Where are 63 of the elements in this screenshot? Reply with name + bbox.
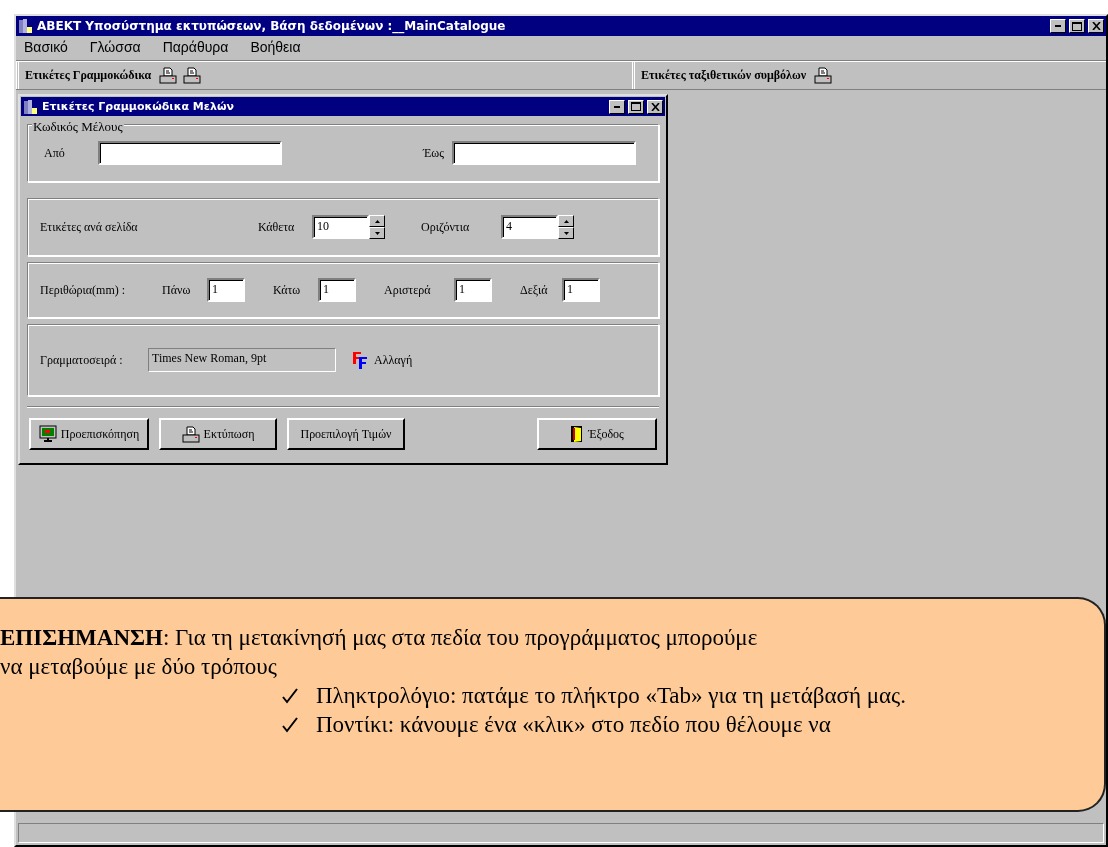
printer-icon[interactable] (159, 66, 178, 84)
app-icon (18, 18, 34, 34)
field-label: Περιθώρια(mm) : (40, 282, 127, 298)
font-field: Times New Roman, 9pt (148, 348, 336, 372)
minimize-button[interactable] (609, 99, 625, 114)
close-icon (650, 102, 660, 111)
printer-icon[interactable] (183, 66, 202, 84)
close-icon (1091, 22, 1101, 30)
minimize-button[interactable] (1050, 19, 1066, 33)
input-field[interactable]: 1 (562, 278, 600, 302)
field-label: Ετικέτες ανά σελίδα (40, 219, 139, 235)
field-label: Αριστερά (384, 282, 432, 298)
list-item-text: Πληκτρολόγιο: πατάμε το πλήκτρο «Tab» για τη μετάβασή μας. (316, 682, 907, 710)
input-field[interactable]: 1 (318, 278, 356, 302)
preview-button[interactable]: Προεπισκόπηση (29, 418, 149, 450)
toolbar-label: Ετικέτες ταξιθετικών συμβόλων (641, 67, 807, 83)
group-legend: Κωδικός Μέλους (32, 119, 124, 135)
check-icon (282, 717, 298, 733)
input-field[interactable]: 1 (454, 278, 492, 302)
note-text: ΕΠΙΣΗΜΑΝΣΗ: Για τη μετακίνησή μας στα πεδία του προγράμματος μπορούμε (0, 624, 759, 652)
maximize-button[interactable] (1069, 19, 1085, 33)
defaults-button[interactable]: Προεπιλογή Τιμών (287, 418, 405, 450)
spin-buttons[interactable] (558, 215, 574, 239)
menu-item[interactable]: Γλώσσα (89, 39, 141, 57)
monitor-icon (38, 425, 57, 443)
menu-item[interactable]: Παράθυρα (162, 39, 229, 57)
input-field[interactable]: 1 (207, 278, 245, 302)
maximize-icon (1072, 21, 1082, 31)
change-font-link[interactable]: Αλλαγή (374, 352, 413, 368)
check-icon (282, 688, 298, 704)
close-button[interactable] (1088, 19, 1104, 33)
field-label: Οριζόντια (421, 219, 471, 235)
dialog-title: Ετικέτες Γραμμοκώδικα Μελών (42, 100, 235, 113)
input-field[interactable] (452, 141, 636, 165)
note-text: να μεταβούμε με δύο τρόπους (0, 653, 278, 681)
minimize-icon (614, 105, 620, 108)
maximize-button[interactable] (628, 99, 644, 114)
input-field[interactable]: 4 (501, 215, 558, 239)
field-label: Κάτω (273, 282, 302, 298)
field-label: Από (43, 145, 66, 161)
app-icon (23, 98, 39, 115)
door-icon (570, 425, 585, 443)
input-field[interactable] (98, 141, 282, 165)
list-item-text: Ποντίκι: κάνουμε ένα «κλικ» στο πεδίο που θέλουμε να (316, 711, 832, 739)
window-title: ABEKT Υποσύστημα εκτυπώσεων, Βάση δεδομένων :__MainCatalogue (37, 19, 507, 33)
toolbar-label: Ετικέτες Γραμμοκώδικα (25, 67, 152, 83)
input-field[interactable]: 10 (312, 215, 369, 239)
field-label: Πάνω (162, 282, 192, 298)
field-label: Κάθετα (258, 219, 296, 235)
minimize-icon (1055, 25, 1061, 27)
field-label: Δεξιά (520, 282, 549, 298)
field-label: Γραμματοσειρά : (40, 352, 124, 368)
printer-icon[interactable] (814, 66, 833, 84)
close-button[interactable] (647, 99, 663, 114)
exit-button[interactable]: Έξοδος (537, 418, 657, 450)
spin-buttons[interactable] (369, 215, 385, 239)
menu-item[interactable]: Βοήθεια (250, 39, 301, 57)
menu-item[interactable]: Βασικό (24, 39, 68, 57)
font-icon[interactable] (350, 350, 370, 370)
printer-icon[interactable] (181, 425, 200, 443)
print-button[interactable]: Εκτύπωση (159, 418, 277, 450)
field-label: Έως (421, 145, 445, 161)
maximize-icon (631, 102, 641, 111)
